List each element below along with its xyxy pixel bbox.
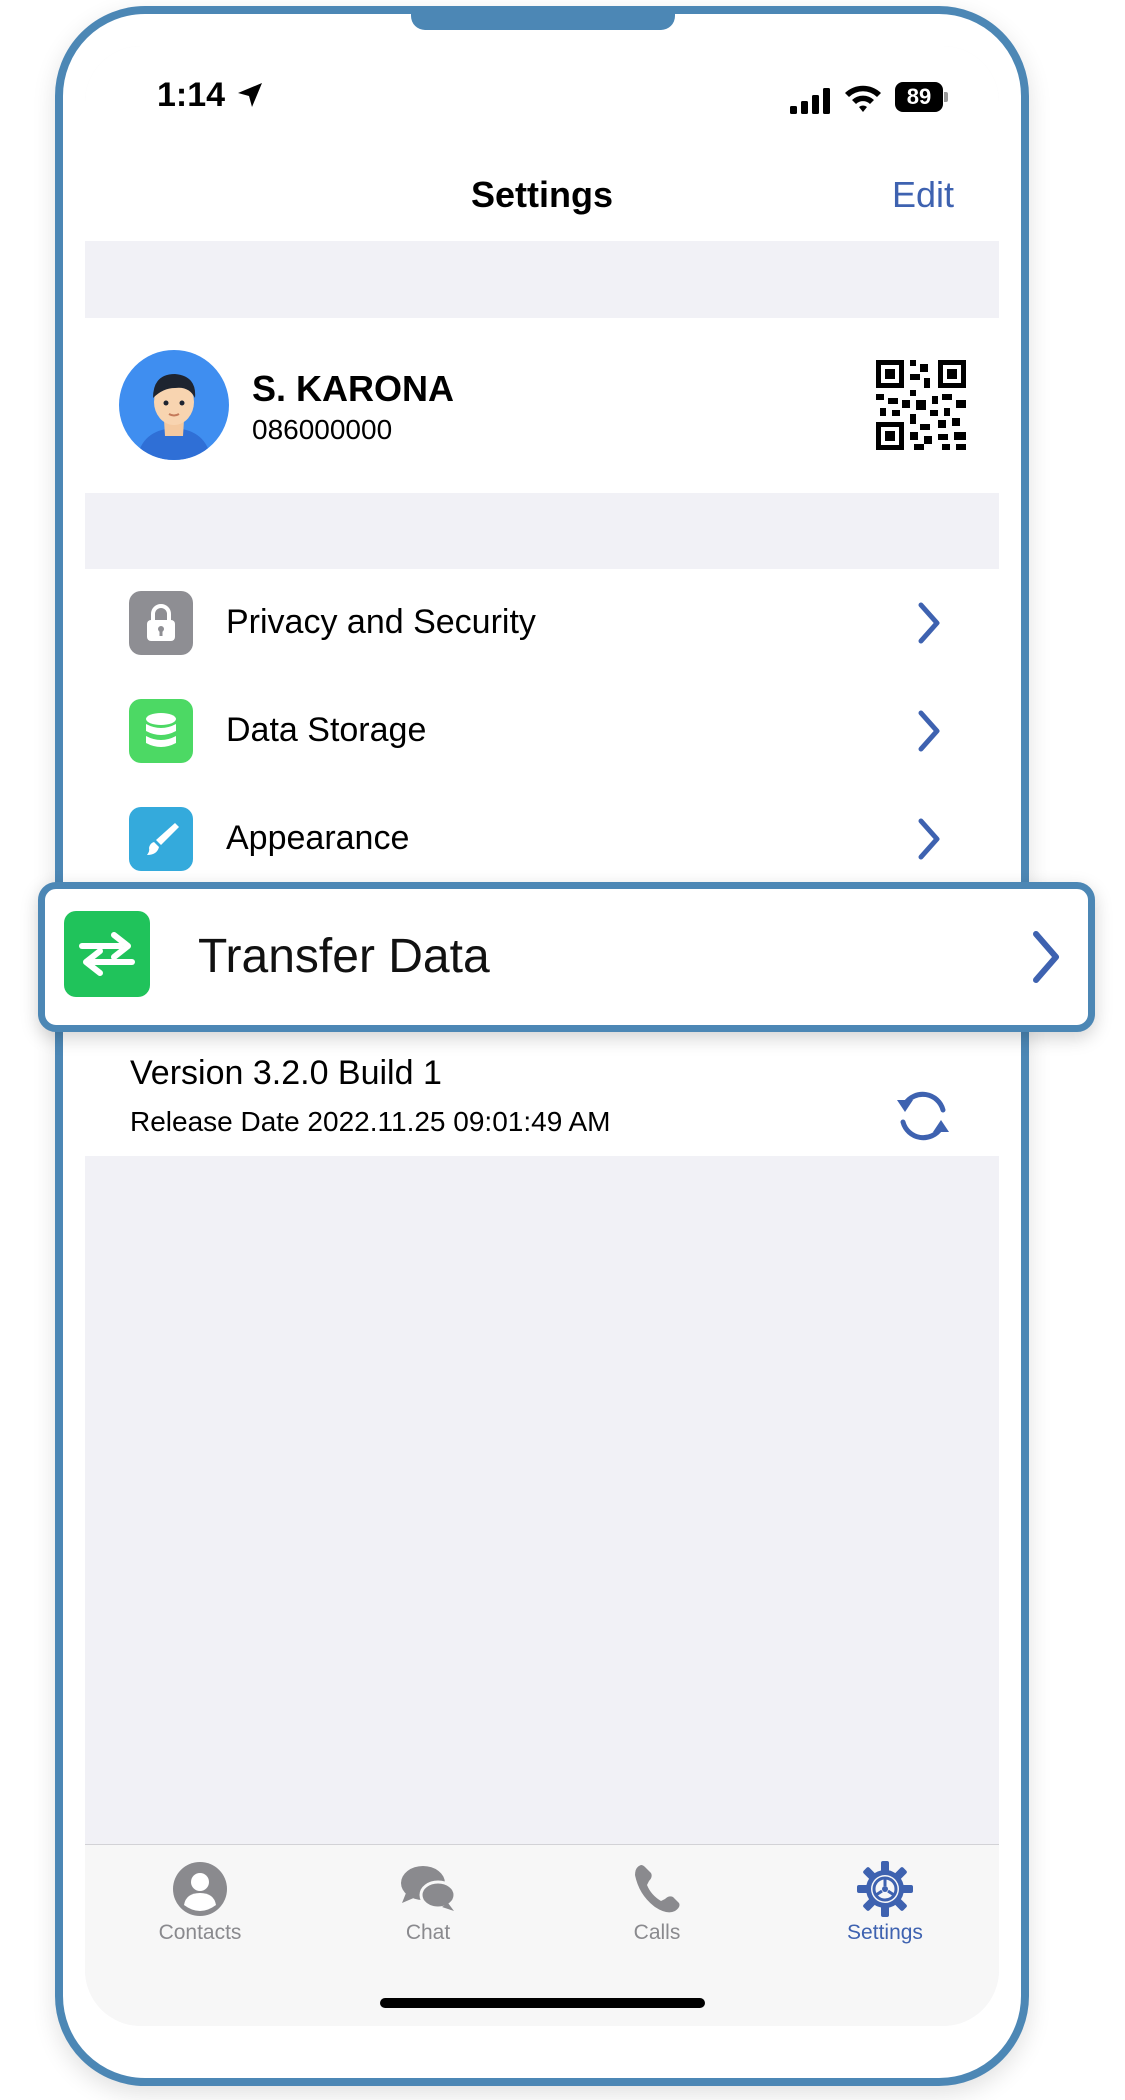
battery-indicator: 89: [895, 82, 949, 112]
chevron-right-icon: [1033, 931, 1059, 983]
tab-settings[interactable]: Settings: [805, 1859, 965, 1945]
transfer-arrows-icon: [64, 911, 150, 997]
profile-card[interactable]: S. KARONA 086000000: [85, 318, 999, 493]
lock-icon: [129, 591, 193, 655]
tab-contacts[interactable]: Contacts: [120, 1859, 280, 1945]
chevron-right-icon: [918, 602, 940, 644]
location-arrow-icon: [238, 83, 262, 107]
edit-button[interactable]: Edit: [892, 174, 954, 216]
database-icon: [129, 699, 193, 763]
wifi-icon: [845, 85, 881, 112]
version-label: Version 3.2.0 Build 1: [130, 1054, 442, 1092]
qr-code-icon[interactable]: [876, 360, 966, 450]
settings-menu: Privacy and Security Data Storage Appear…: [85, 569, 999, 899]
chat-bubbles-icon: [401, 1866, 457, 1911]
tab-label: Settings: [847, 1921, 923, 1944]
refresh-icon[interactable]: [893, 1086, 953, 1146]
status-time: 1:14: [157, 76, 226, 114]
battery-level: 89: [895, 82, 943, 112]
menu-item-label: Data Storage: [226, 711, 427, 749]
cellular-signal-icon: [790, 88, 830, 114]
chevron-right-icon: [918, 818, 940, 860]
menu-item-transfer-data[interactable]: Transfer Data: [38, 882, 1095, 1032]
menu-item-label: Appearance: [226, 819, 410, 857]
phone-icon: [635, 1865, 680, 1913]
gear-icon: [857, 1861, 913, 1917]
page-title: Settings: [470, 174, 613, 215]
tab-calls[interactable]: Calls: [577, 1859, 737, 1945]
profile-phone: 086000000: [252, 414, 393, 445]
tab-label: Chat: [405, 1921, 451, 1944]
avatar: [119, 350, 229, 460]
home-indicator: [380, 1998, 705, 2008]
chevron-right-icon: [918, 710, 940, 752]
tab-label: Contacts: [158, 1921, 242, 1944]
release-date-label: Release Date 2022.11.25 09:01:49 AM: [130, 1106, 611, 1137]
menu-item-appearance[interactable]: Appearance: [85, 785, 999, 893]
tab-chat[interactable]: Chat: [348, 1859, 508, 1945]
profile-name: S. KARONA: [252, 368, 455, 409]
menu-item-data-storage[interactable]: Data Storage: [85, 677, 999, 785]
battery-tip: [944, 92, 948, 102]
phone-screen: 1:14 89 Settings Edit S. KARONA 08600000…: [85, 46, 999, 2026]
phone-notch: [411, 6, 675, 30]
tab-label: Calls: [633, 1921, 681, 1944]
menu-item-label: Privacy and Security: [226, 603, 536, 641]
status-bar: 1:14 89: [85, 46, 999, 146]
menu-item-label: Transfer Data: [198, 930, 490, 983]
menu-item-privacy-security[interactable]: Privacy and Security: [85, 569, 999, 677]
brush-icon: [129, 807, 193, 871]
person-icon: [173, 1862, 227, 1916]
nav-bar: Settings Edit: [85, 146, 999, 241]
